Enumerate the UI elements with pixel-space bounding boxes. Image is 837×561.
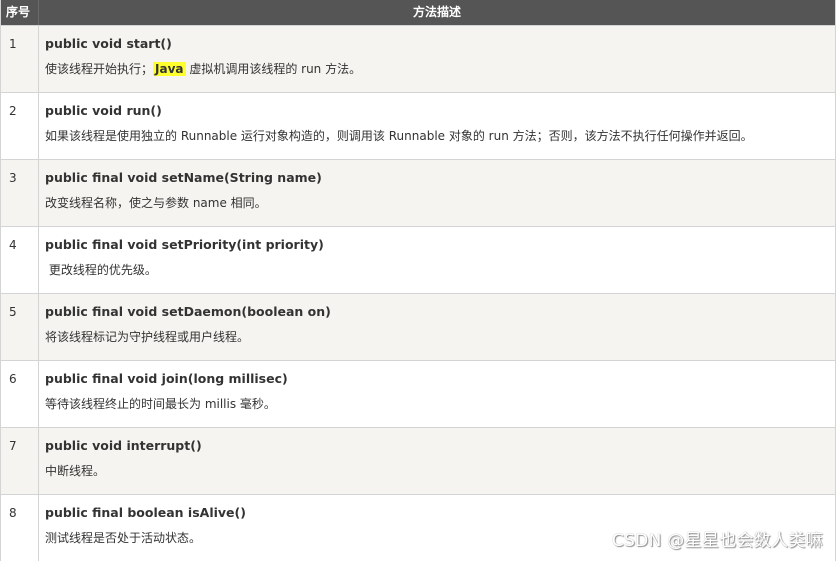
methods-table: 序号 方法描述 1 public void start() 使该线程开始执行； J…	[0, 0, 836, 561]
row-number: 8	[1, 495, 39, 561]
method-signature: public final void setName(String name)	[45, 170, 322, 185]
row-number: 3	[1, 160, 39, 226]
method-description: 中断线程。	[45, 464, 106, 478]
row-number: 6	[1, 361, 39, 427]
method-signature: public final void setPriority(int priori…	[45, 237, 324, 252]
table-body: 1 public void start() 使该线程开始执行； Java 虚拟机调…	[1, 25, 835, 561]
table-row: 5 public final void setDaemon(boolean on…	[1, 293, 835, 360]
row-description: public void run() 如果该线程是使用独立的 Runnable 运…	[39, 93, 835, 159]
method-signature: public void run()	[45, 103, 162, 118]
row-description: public void interrupt() 中断线程。	[39, 428, 835, 494]
description-text: 使该线程开始执行；	[45, 62, 154, 76]
method-signature: public void interrupt()	[45, 438, 202, 453]
method-signature: public final boolean isAlive()	[45, 505, 246, 520]
row-description: public final void setName(String name) 改…	[39, 160, 835, 226]
method-description: 改变线程名称，使之与参数 name 相同。	[45, 196, 267, 210]
method-description: 等待该线程终止的时间最长为 millis 毫秒。	[45, 397, 276, 411]
row-number: 7	[1, 428, 39, 494]
row-description: public final void join(long millisec) 等待…	[39, 361, 835, 427]
row-description: public final void setDaemon(boolean on) …	[39, 294, 835, 360]
method-description: 如果该线程是使用独立的 Runnable 运行对象构造的，则调用该 Runnab…	[45, 129, 753, 143]
table-row: 1 public void start() 使该线程开始执行； Java 虚拟机调…	[1, 25, 835, 92]
header-col-desc: 方法描述	[412, 5, 461, 19]
table-row: 4 public final void setPriority(int prio…	[1, 226, 835, 293]
table-row: 3 public final void setName(String name)…	[1, 159, 835, 226]
row-description: public void start() 使该线程开始执行； Java 虚拟机调用该…	[39, 26, 835, 92]
highlighted-keyword: Java	[153, 62, 186, 76]
row-number: 2	[1, 93, 39, 159]
row-description: public final void setPriority(int priori…	[39, 227, 835, 293]
table-row: 6 public final void join(long millisec) …	[1, 360, 835, 427]
method-signature: public final void join(long millisec)	[45, 371, 288, 386]
row-number: 5	[1, 294, 39, 360]
row-number: 4	[1, 227, 39, 293]
header-col-num: 序号	[1, 0, 39, 25]
table-header: 序号 方法描述	[1, 0, 835, 25]
csdn-watermark: CSDN @星星也会数人类嘛	[611, 531, 823, 551]
method-description: 更改线程的优先级。	[45, 263, 157, 277]
table-row: 7 public void interrupt() 中断线程。	[1, 427, 835, 494]
row-number: 1	[1, 26, 39, 92]
description-text-rest: 虚拟机调用该线程的 run 方法。	[185, 62, 362, 76]
table-row: 2 public void run() 如果该线程是使用独立的 Runnable…	[1, 92, 835, 159]
method-signature: public final void setDaemon(boolean on)	[45, 304, 331, 319]
method-signature: public void start()	[45, 36, 172, 51]
method-description: 将该线程标记为守护线程或用户线程。	[45, 330, 250, 344]
method-description: 使该线程开始执行； Java 虚拟机调用该线程的 run 方法。	[45, 61, 835, 77]
